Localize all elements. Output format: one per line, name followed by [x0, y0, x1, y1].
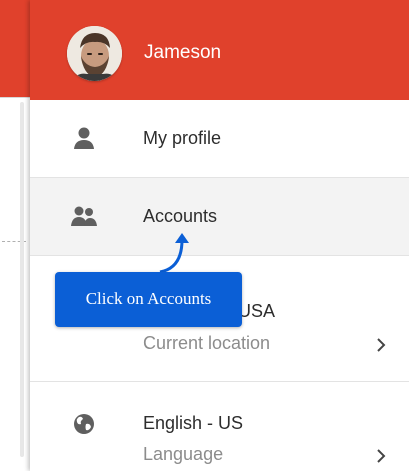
language-sublabel: Language — [143, 444, 224, 464]
profile-header[interactable]: Jameson — [30, 0, 409, 100]
menu-item-language[interactable]: English - US Language — [30, 382, 409, 471]
chevron-right-icon — [377, 338, 386, 352]
side-menu: Jameson My profile Accounts USA Current … — [30, 0, 409, 471]
location-value: USA — [238, 301, 276, 321]
menu-item-label: My profile — [143, 128, 222, 148]
background-app-header — [0, 0, 30, 97]
avatar[interactable] — [67, 26, 122, 81]
location-sublabel: Current location — [143, 333, 271, 353]
app-screen: Jameson My profile Accounts USA Current … — [0, 0, 409, 471]
user-avatar-icon — [67, 26, 122, 81]
background-divider — [0, 97, 30, 98]
background-scrollbar[interactable] — [20, 102, 24, 457]
person-icon — [74, 127, 94, 149]
menu-item-my-profile[interactable]: My profile — [30, 100, 409, 178]
people-icon — [71, 206, 97, 226]
chevron-right-icon — [377, 449, 386, 463]
tooltip-callout: Click on Accounts — [55, 272, 242, 327]
globe-icon — [74, 414, 94, 434]
menu-item-accounts[interactable]: Accounts — [30, 178, 409, 256]
tooltip-text: Click on Accounts — [85, 289, 212, 308]
menu-item-label: Accounts — [143, 206, 218, 226]
language-value: English - US — [143, 413, 244, 433]
user-name: Jameson — [144, 42, 222, 63]
